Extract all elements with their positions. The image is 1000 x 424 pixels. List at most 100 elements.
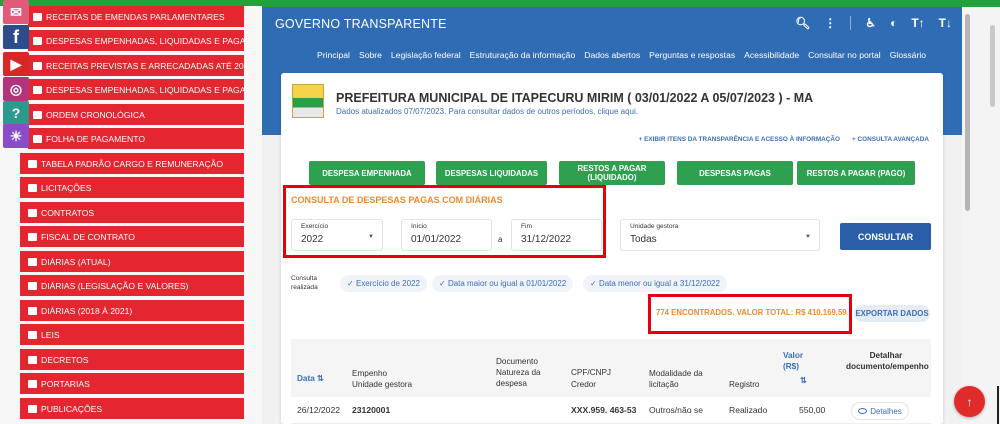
font-decrease-icon[interactable]: T↓: [939, 16, 952, 30]
help-icon[interactable]: ?: [3, 101, 29, 125]
scrollbar-thumb[interactable]: [965, 14, 970, 211]
city-logo: [292, 84, 324, 118]
minus-icon: [33, 36, 42, 45]
mail-icon[interactable]: ✉: [3, 0, 29, 24]
chevron-down-icon: ▼: [805, 234, 811, 240]
consulta-realizada-label: Consulta realizada: [291, 275, 318, 291]
col-data-sort[interactable]: Data ⇅: [297, 373, 324, 384]
sidebar-item-publicacoes[interactable]: PUBLICAÇÕES: [20, 398, 244, 419]
nav-perguntas[interactable]: Perguntas e respostas: [649, 50, 735, 60]
exercicio-select[interactable]: Exercício 2022 ▼: [291, 219, 383, 251]
eye-icon: [858, 408, 868, 414]
nav-sobre[interactable]: Sobre: [359, 50, 382, 60]
inicio-date-field[interactable]: Início 01/01/2022: [401, 219, 492, 251]
consultar-button[interactable]: CONSULTAR: [840, 223, 931, 250]
nav-glossario[interactable]: Glossário: [890, 50, 926, 60]
cell-cpf: XXX.959. 463-53: [571, 405, 637, 415]
sidebar-item-diarias-atual[interactable]: DIÁRIAS (ATUAL): [20, 251, 244, 272]
scrollbar-thumb-outer[interactable]: [990, 25, 995, 107]
menu-item-ordem-cronologica[interactable]: ORDEM CRONOLÓGICA: [28, 104, 244, 125]
field-value: 01/01/2022: [411, 234, 462, 245]
sidebar-item-fiscal-contrato[interactable]: FISCAL DE CONTRATO: [20, 226, 244, 247]
field-value: 2022: [301, 234, 324, 245]
nav-consultar[interactable]: Consultar no portal: [808, 50, 881, 60]
export-data-button[interactable]: EXPORTAR DADOS: [854, 305, 930, 322]
content-card: PREFEITURA MUNICIPAL DE ITAPECURU MIRIM …: [281, 73, 943, 424]
table-row: 26/12/2022 23120001 XXX.959. 463-53 Outr…: [291, 400, 931, 424]
button-restos-liquidado[interactable]: RESTOS A PAGAR (LIQUIDADO): [559, 161, 665, 185]
filter-chip-data-menor[interactable]: ✓ Data menor ou igual a 31/12/2022: [583, 275, 727, 292]
field-value: 31/12/2022: [521, 234, 572, 245]
sidebar-item-diarias-2018[interactable]: DIÁRIAS (2018 À 2021): [20, 300, 244, 321]
menu-item-despesas-2021[interactable]: DESPESAS EMPENHADAS, LIQUIDADAS E PAGAS …: [28, 79, 244, 100]
nav-principal[interactable]: Principal: [317, 50, 350, 60]
menu-item-receitas-2021[interactable]: RECEITAS PREVISTAS E ARRECADADAS ATÉ 202…: [28, 55, 244, 76]
field-label: Unidade gestora: [630, 223, 679, 230]
detalhes-button[interactable]: Detalhes: [851, 402, 909, 420]
field-label: Início: [411, 223, 427, 230]
cell-modalidade: Outros/não se: [649, 405, 703, 415]
button-despesas-pagas[interactable]: DESPESAS PAGAS: [677, 161, 793, 185]
date-separator: a: [498, 235, 503, 244]
youtube-icon[interactable]: ▶: [3, 52, 29, 76]
sidebar-item-decretos[interactable]: DECRETOS: [20, 349, 244, 370]
nav-legislacao[interactable]: Legislação federal: [391, 50, 461, 60]
window-edge: [997, 386, 999, 424]
table-header: Data ⇅ Empenho Unidade gestora Documento…: [291, 339, 931, 397]
unidade-gestora-select[interactable]: Unidade gestora Todas ▼: [620, 219, 820, 251]
cell-empenho: 23120001: [352, 405, 391, 415]
plus-icon: [33, 61, 42, 70]
field-label: Exercício: [301, 223, 329, 230]
chevron-down-icon: ▼: [368, 234, 374, 240]
link-exibir-itens[interactable]: + EXIBIR ITENS DA TRANSPARÊNCIA E ACESSO…: [639, 136, 840, 143]
col-natureza: Natureza da despesa: [496, 368, 541, 388]
link-consulta-avancada[interactable]: + CONSULTA AVANÇADA: [852, 136, 929, 143]
page-subtitle-link[interactable]: Dados atualizados 07/07/2023. Para consu…: [336, 107, 638, 116]
col-documento: Documento: [496, 357, 538, 366]
col-unidade: Unidade gestora: [352, 380, 413, 389]
menu-item-folha-pagamento[interactable]: FOLHA DE PAGAMENTO: [28, 128, 244, 149]
sun-icon[interactable]: ☀: [3, 124, 29, 148]
button-despesas-liquidadas[interactable]: DESPESAS LIQUIDADAS: [436, 161, 547, 185]
cell-data: 26/12/2022: [297, 405, 341, 415]
minus-icon: [33, 110, 42, 119]
filter-chip-data-maior[interactable]: ✓ Data maior ou igual a 01/01/2022: [432, 275, 574, 292]
menu-item-receitas-emendas[interactable]: RECEITAS DE EMENDAS PARLAMENTARES: [28, 6, 244, 27]
search-icon[interactable]: 🔍︎: [795, 16, 810, 30]
sidebar-item-portarias[interactable]: PORTARIAS: [20, 373, 244, 394]
sidebar-item-leis[interactable]: LEIS: [20, 324, 244, 345]
col-empenho: Empenho: [352, 369, 388, 378]
instagram-icon[interactable]: ◎: [3, 77, 29, 101]
button-restos-pago[interactable]: RESTOS A PAGAR (PAGO): [797, 161, 915, 185]
sidebar-item-diarias-legislacao[interactable]: DIÁRIAS (LEGISLAÇÃO E VALORES): [20, 275, 244, 296]
nav-dados-abertos[interactable]: Dados abertos: [584, 50, 640, 60]
fim-date-field[interactable]: Fim 31/12/2022: [511, 219, 602, 251]
nav-estruturacao[interactable]: Estruturação da informação: [470, 50, 576, 60]
minus-icon: [33, 85, 42, 94]
sidebar-item-licitacoes[interactable]: LICITAÇÕES: [20, 177, 244, 198]
accessibility-icon[interactable]: ♿︎: [865, 16, 876, 30]
scroll-top-button[interactable]: ↑: [954, 386, 985, 417]
button-despesa-empenhada[interactable]: DESPESA EMPENHADA: [309, 161, 425, 185]
col-valor-sort-icon[interactable]: ⇅: [800, 375, 807, 386]
col-cpf: CPF/CNPJ: [571, 368, 612, 377]
facebook-icon[interactable]: f: [3, 25, 29, 49]
header-divider: [850, 16, 852, 30]
more-icon[interactable]: ⋮: [824, 16, 836, 30]
top-nav: Principal Sobre Legislação federal Estru…: [317, 50, 926, 60]
filter-chip-exercicio[interactable]: ✓ Exercício de 2022: [340, 275, 427, 292]
brand-title[interactable]: GOVERNO TRANSPARENTE: [275, 17, 447, 31]
col-valor[interactable]: Valor (R$): [783, 350, 811, 372]
col-registro: Registro: [729, 380, 760, 389]
field-value: Todas: [630, 234, 657, 245]
sidebar-item-contratos[interactable]: CONTRATOS: [20, 202, 244, 223]
contrast-icon[interactable]: ◐: [890, 16, 897, 30]
card-links: + EXIBIR ITENS DA TRANSPARÊNCIA E ACESSO…: [639, 136, 929, 143]
font-increase-icon[interactable]: T↑: [911, 16, 924, 30]
sidebar-item-tabela-padrao[interactable]: TABELA PADRÃO CARGO E REMUNERAÇÃO: [20, 153, 244, 174]
menu-item-despesas-atual[interactable]: DESPESAS EMPENHADAS, LIQUIDADAS E PAGAS …: [28, 30, 244, 51]
col-modalidade: Modalidade da licitação: [649, 369, 703, 389]
cell-registro: Realizado: [729, 405, 768, 415]
field-label: Fim: [521, 223, 532, 230]
nav-acessibilidade[interactable]: Acessibilidade: [744, 50, 799, 60]
